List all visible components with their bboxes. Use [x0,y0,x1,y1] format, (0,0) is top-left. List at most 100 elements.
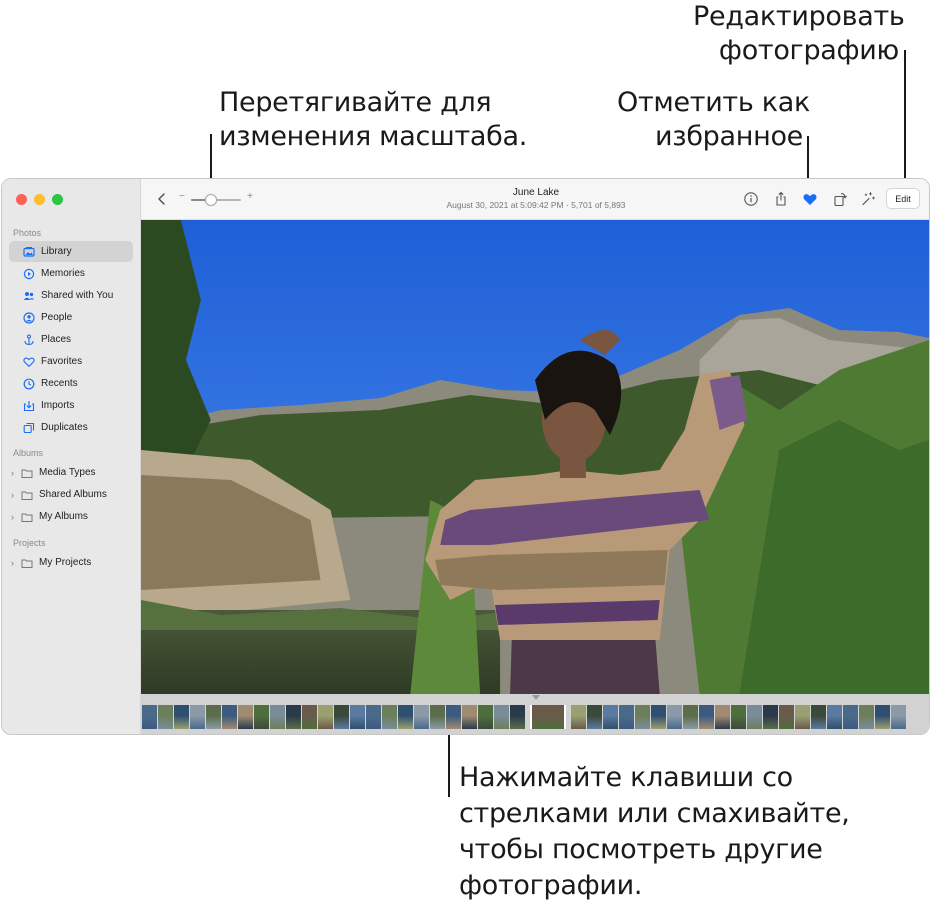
rotate-button[interactable] [831,190,849,208]
filmstrip-thumbnail[interactable] [350,705,365,729]
sidebar-item-label: Places [41,334,72,345]
sidebar-item-places[interactable]: Places [9,329,133,350]
edit-button[interactable]: Edit [886,188,920,209]
sidebar-item-label: Media Types [39,467,96,478]
filmstrip-thumbnail[interactable] [318,705,333,729]
sidebar-item-memories[interactable]: Memories [9,263,133,284]
sidebar-item-favorites[interactable]: Favorites [9,351,133,372]
filmstrip-thumbnail-current[interactable] [530,705,566,729]
chevron-right-icon[interactable]: › [11,512,21,522]
sidebar-item-label: Shared Albums [39,489,107,500]
sidebar-item-label: Recents [41,378,78,389]
filmstrip-thumbnail[interactable] [635,705,650,729]
sidebar-item-my-projects[interactable]: › My Projects [9,552,133,573]
filmstrip-thumbnails [142,705,929,729]
share-icon [776,191,786,206]
sidebar-item-label: Favorites [41,356,83,367]
sidebar-item-my-albums[interactable]: › My Albums [9,506,133,527]
sidebar-item-duplicates[interactable]: Duplicates [9,417,133,438]
filmstrip-thumbnail[interactable] [683,705,698,729]
filmstrip-thumbnail[interactable] [302,705,317,729]
clock-icon [23,378,35,390]
minimize-window-button[interactable] [34,194,45,205]
sidebar-item-label: My Albums [39,511,88,522]
filmstrip-thumbnail[interactable] [190,705,205,729]
people-icon [23,311,35,324]
filmstrip-thumbnail[interactable] [571,705,586,729]
filmstrip-thumbnail[interactable] [494,705,509,729]
filmstrip-thumbnail[interactable] [254,705,269,729]
folder-icon [21,557,33,569]
photo-subtitle: August 30, 2021 at 5:09:42 PM · 5,701 of… [446,200,626,210]
shared-with-you-icon [23,290,35,302]
filmstrip-thumbnail[interactable] [142,705,157,729]
filmstrip-thumbnail[interactable] [587,705,602,729]
chevron-right-icon[interactable]: › [11,558,21,568]
filmstrip-thumbnail[interactable] [619,705,634,729]
close-window-button[interactable] [16,194,27,205]
callout-favorite-line1: Отметить как [617,87,811,118]
heart-filled-icon [803,194,817,205]
filmstrip-thumbnail[interactable] [795,705,810,729]
filmstrip-thumbnail[interactable] [510,705,525,729]
filmstrip-thumbnail[interactable] [414,705,429,729]
filmstrip-thumbnail[interactable] [811,705,826,729]
filmstrip-thumbnail[interactable] [667,705,682,729]
filmstrip-thumbnail[interactable] [206,705,221,729]
filmstrip-thumbnail[interactable] [478,705,493,729]
photo-viewer[interactable] [141,220,929,694]
photo-title-block: June Lake August 30, 2021 at 5:09:42 PM … [391,186,681,211]
zoom-slider-knob[interactable] [205,194,217,206]
magic-wand-icon [862,192,875,206]
sidebar-item-shared-with-you[interactable]: Shared with You [9,285,133,306]
filmstrip-thumbnail[interactable] [446,705,461,729]
chevron-right-icon[interactable]: › [11,468,21,478]
photo-image [141,220,929,694]
zoom-slider[interactable]: − + [179,191,253,206]
auto-enhance-button[interactable] [859,190,877,208]
callout-zoom-line1: Перетягивайте для [219,87,492,118]
filmstrip-thumbnail[interactable] [859,705,874,729]
filmstrip-thumbnail[interactable] [382,705,397,729]
filmstrip-thumbnail[interactable] [430,705,445,729]
filmstrip-thumbnail[interactable] [222,705,237,729]
sidebar-item-imports[interactable]: Imports [9,395,133,416]
filmstrip-thumbnail[interactable] [334,705,349,729]
filmstrip[interactable] [141,694,929,734]
filmstrip-thumbnail[interactable] [699,705,714,729]
filmstrip-thumbnail[interactable] [366,705,381,729]
filmstrip-thumbnail[interactable] [875,705,890,729]
filmstrip-thumbnail[interactable] [603,705,618,729]
sidebar-item-people[interactable]: People [9,307,133,328]
filmstrip-thumbnail[interactable] [158,705,173,729]
callout-edit-line1: Редактировать [693,1,905,32]
sidebar-item-media-types[interactable]: › Media Types [9,462,133,483]
filmstrip-thumbnail[interactable] [462,705,477,729]
share-button[interactable] [772,190,790,208]
chevron-right-icon[interactable]: › [11,490,21,500]
filmstrip-thumbnail[interactable] [286,705,301,729]
sidebar-item-recents[interactable]: Recents [9,373,133,394]
filmstrip-thumbnail[interactable] [174,705,189,729]
filmstrip-thumbnail[interactable] [843,705,858,729]
filmstrip-thumbnail[interactable] [398,705,413,729]
info-button[interactable] [742,190,760,208]
filmstrip-thumbnail[interactable] [731,705,746,729]
filmstrip-thumbnail[interactable] [763,705,778,729]
sidebar-item-library[interactable]: Library [9,241,133,262]
favorite-button[interactable] [801,190,819,208]
filmstrip-thumbnail[interactable] [827,705,842,729]
filmstrip-thumbnail[interactable] [270,705,285,729]
filmstrip-thumbnail[interactable] [747,705,762,729]
sidebar-item-shared-albums[interactable]: › Shared Albums [9,484,133,505]
back-button[interactable] [155,190,169,208]
callout-favorite-line2: избранное [655,121,803,152]
filmstrip-thumbnail[interactable] [779,705,794,729]
filmstrip-thumbnail[interactable] [651,705,666,729]
callout-navigate-line2: стрелками или смахивайте, [459,798,850,829]
zoom-window-button[interactable] [52,194,63,205]
filmstrip-thumbnail[interactable] [891,705,906,729]
filmstrip-thumbnail[interactable] [715,705,730,729]
filmstrip-thumbnail[interactable] [238,705,253,729]
callout-zoom-line2: изменения масштаба. [219,121,527,152]
